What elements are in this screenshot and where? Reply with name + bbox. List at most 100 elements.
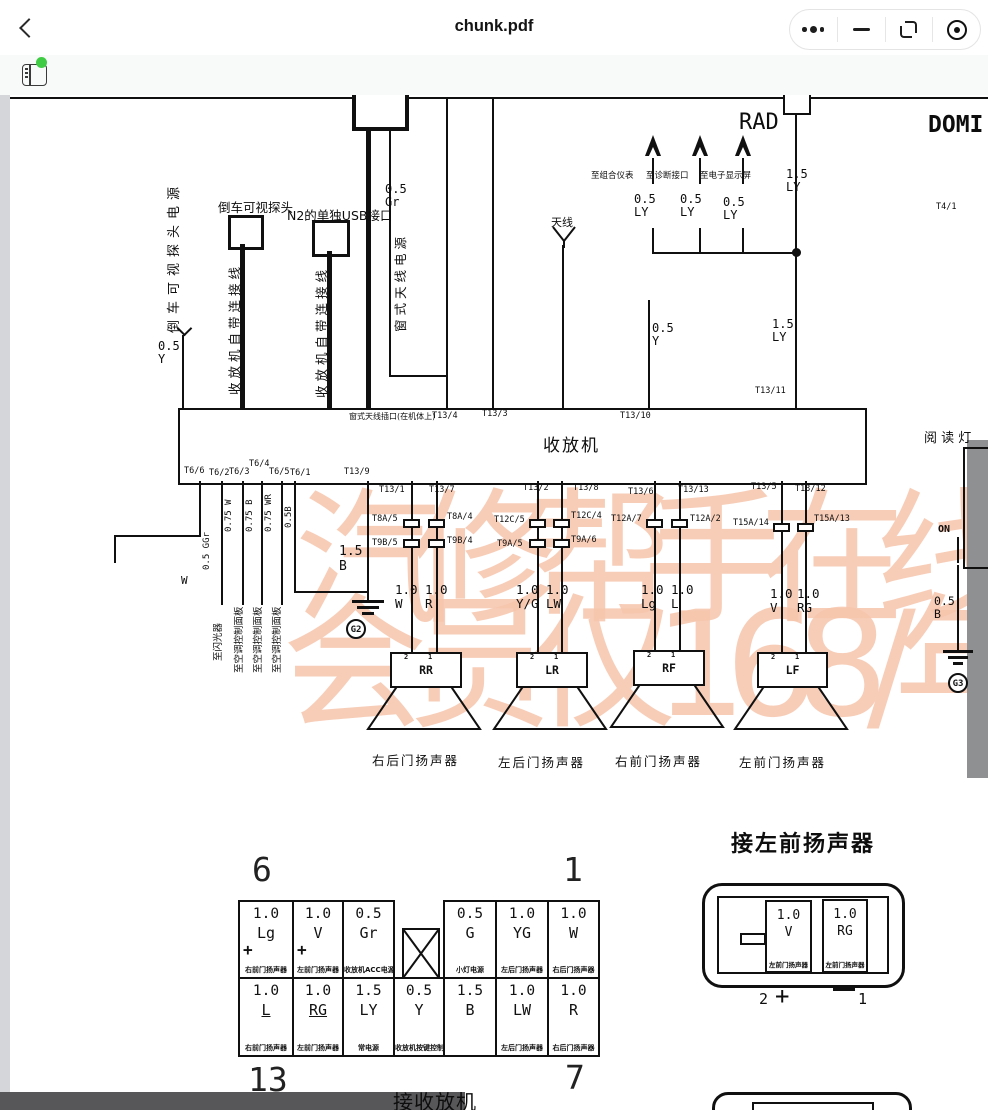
pin-label: T6/2 (209, 469, 229, 479)
pin-label: T6/1 (290, 469, 310, 479)
pin-label: T13/2 (523, 484, 549, 494)
pin-label: T13/5 (751, 483, 777, 493)
lf-connector-title: 接左前扬声器 (731, 826, 875, 858)
pin-number: 2 (404, 653, 408, 661)
pin-label: T12C/4 (571, 512, 602, 522)
cam-box (228, 215, 264, 250)
speaker-caption: 左后门扬声器 (498, 752, 585, 771)
antenna-wire (562, 245, 564, 408)
builtin-cable-label: 收放机自带连接线 (224, 263, 243, 395)
pin-label: T6/6 (184, 467, 204, 477)
pin-label: T9B/5 (372, 539, 398, 549)
antenna-label: 天线 (551, 214, 573, 230)
polarity-plus: + (297, 940, 307, 959)
pin-label: T13/10 (620, 412, 651, 422)
record-button[interactable] (933, 10, 980, 49)
speaker-cone (492, 684, 608, 731)
pin-label: T13/13 (678, 486, 709, 496)
dots-icon (802, 27, 807, 32)
minimize-icon (853, 28, 870, 31)
pin-label: T6/4 (249, 460, 269, 470)
wire-label: 0.5 LY (634, 193, 656, 220)
ground-g3: G3 (948, 673, 968, 693)
pin-cell: 1.0 R 右后门扬声器 (547, 977, 600, 1057)
wire-label: 1.0 LW (546, 583, 569, 611)
inline-connector (646, 519, 663, 528)
lf-connector-latch (740, 933, 766, 945)
wire-label: 1.0 Lg (641, 583, 664, 611)
speaker-caption: 右前门扬声器 (615, 751, 702, 770)
inline-connector (671, 519, 688, 528)
antenna-connector-box (352, 95, 409, 131)
speaker-cone (733, 684, 849, 731)
speaker-code: RF (662, 661, 676, 675)
pin-label: T12C/5 (494, 516, 525, 526)
fullscreen-button[interactable] (886, 10, 933, 49)
pin-number: 1 (428, 653, 432, 661)
wire-label: 0.75 W (224, 499, 234, 532)
title-bar: chunk.pdf (0, 0, 988, 55)
collector-line (652, 252, 798, 254)
dest-label: 至空调控制面板 (269, 606, 283, 673)
pin-cell: 1.0 LW 左后门扬声器 (495, 977, 549, 1057)
speaker-rf: RF (633, 650, 705, 686)
polarity-plus: + (775, 983, 789, 1010)
radio-title: 收放机 (543, 431, 600, 456)
inline-connector (797, 523, 814, 532)
cam-label: 倒车可视探头 (218, 197, 293, 216)
speaker-cone (609, 682, 725, 729)
pdf-page-canvas[interactable]: 汽修帮手在线 会员仅168/年 倒车可视探头电源 0.5 Y 倒车可视探头 收放… (0, 95, 988, 1110)
pin-label: T13/6 (628, 488, 654, 498)
dome-label: DOMI (928, 113, 983, 139)
ground-g2: G2 (346, 619, 366, 639)
speaker-rr: RR (390, 652, 462, 688)
pin-cell: 1.5 B (443, 977, 497, 1057)
inline-connector (428, 519, 445, 528)
pin-number: 1 (795, 653, 799, 661)
lf-connector-cell: 1.0 V 左前门扬声器 (765, 900, 812, 973)
pin-corner-number: 7 (565, 1058, 585, 1097)
rad-fuse-box (783, 95, 811, 115)
wire-label: 1.5 LY (772, 318, 794, 345)
pin-label: T13/4 (432, 412, 458, 422)
inline-connector (529, 539, 546, 548)
wire-label: 1.5 B (339, 545, 362, 574)
inline-connector (529, 519, 546, 528)
usb-label: N2的单独USB接口 (287, 205, 392, 224)
rad-label: RAD (739, 111, 779, 136)
fullscreen-icon (900, 21, 917, 38)
dest-label: 至空调控制面板 (231, 606, 245, 673)
wire-label: 1.0 RG (797, 587, 820, 615)
wire-label: 1.0 L (671, 583, 694, 611)
dest-label: 至空调控制面板 (250, 606, 264, 673)
notification-badge (36, 57, 47, 68)
overflow-menu-button[interactable] (790, 10, 837, 49)
wire-label: 1.5 LY (786, 168, 808, 195)
pin-number: 1 (671, 651, 675, 659)
speaker-code: RR (419, 663, 433, 677)
pin-cell: 1.0 YG 左后门扬声器 (495, 900, 549, 979)
pin-number: 2 (771, 653, 775, 661)
wire-label: 0.5 LY (680, 193, 702, 220)
pin-cell: 1.0 W 右后门扬声器 (547, 900, 600, 979)
pin-label: T15A/14 (733, 519, 769, 529)
wire-label: 0.75 WR (264, 494, 274, 532)
pin-label: T13/1 (379, 486, 405, 496)
wire-label: 0.5 Y (158, 340, 180, 367)
pin-label: T12A/2 (690, 515, 721, 525)
inline-connector (403, 519, 420, 528)
speaker-caption: 右后门扬声器 (372, 750, 459, 769)
speaker-lr: LR (516, 652, 588, 688)
pin-label: T4/1 (936, 203, 956, 213)
inline-connector (553, 519, 570, 528)
pin-label: T15A/13 (814, 515, 850, 525)
pin-cell: 1.0 Lg + 右前门扬声器 (238, 900, 294, 979)
minimize-button[interactable] (838, 10, 885, 49)
pin-label: T13/3 (482, 410, 508, 420)
pdf-toolbar (0, 55, 988, 96)
pin-label: T9A/6 (571, 536, 597, 546)
pin-label: T9A/5 (497, 540, 523, 550)
builtin-cable-label: 收放机自带连接线 (311, 266, 330, 398)
reading-light-box (963, 447, 988, 569)
inline-connector (428, 539, 445, 548)
